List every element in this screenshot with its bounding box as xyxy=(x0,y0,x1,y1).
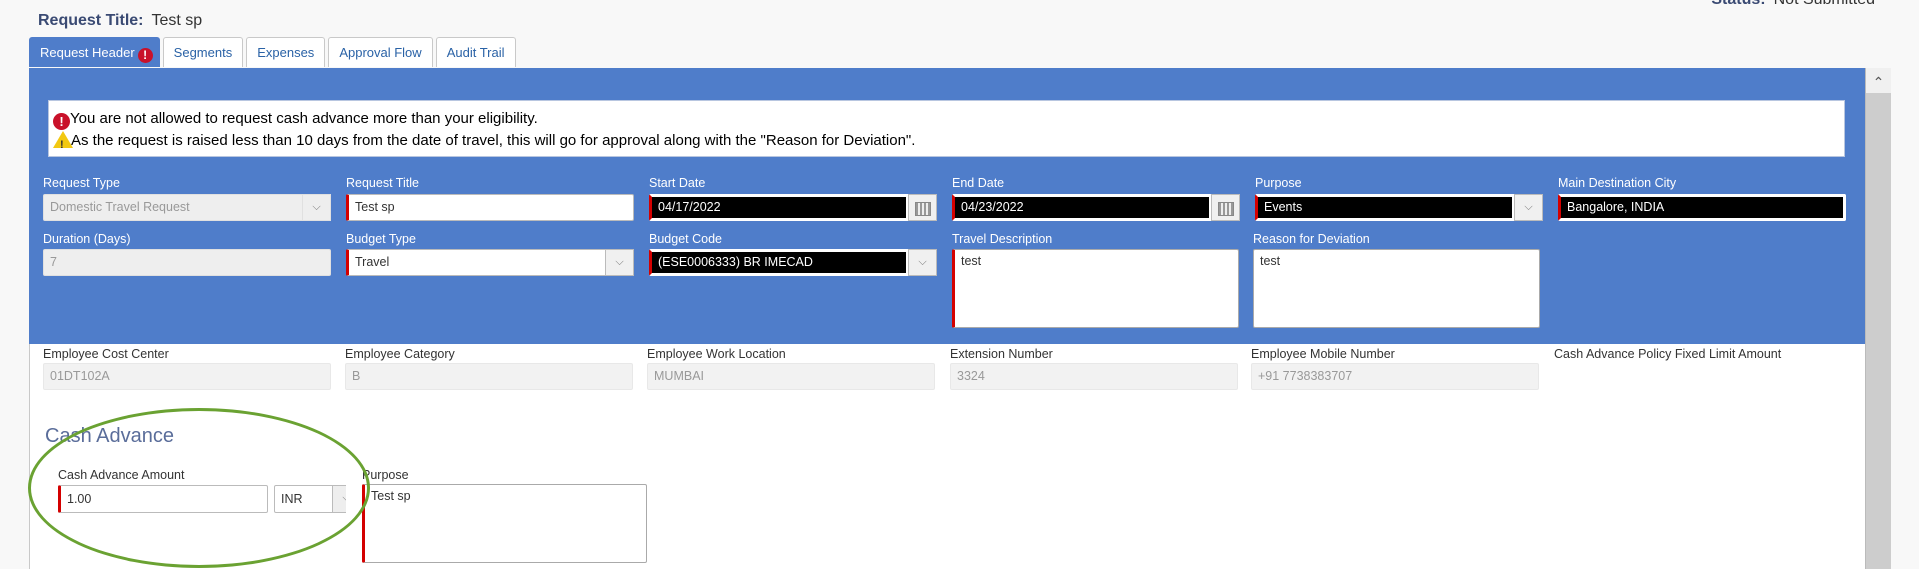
end-date-label: End Date xyxy=(952,176,1005,190)
travel-description-textarea[interactable]: test xyxy=(952,249,1239,328)
request-title-heading: Request Title: Test sp xyxy=(38,12,202,30)
employee-mobile-number-label: Employee Mobile Number xyxy=(1251,347,1395,361)
cash-advance-purpose-textarea[interactable]: Test sp xyxy=(362,484,647,563)
employee-cost-center-label: Employee Cost Center xyxy=(43,347,169,361)
status-label: Status: xyxy=(1711,0,1765,8)
calendar-icon[interactable] xyxy=(1211,194,1240,221)
employee-category-label: Employee Category xyxy=(345,347,455,361)
alert-box: ! You are not allowed to request cash adv… xyxy=(48,100,1845,157)
vertical-scrollbar[interactable]: ⌃ xyxy=(1865,68,1891,569)
purpose-select[interactable]: Events ⌵ xyxy=(1255,194,1543,221)
alert-error: ! You are not allowed to request cash adv… xyxy=(53,108,1844,130)
error-icon: ! xyxy=(53,113,70,130)
status-display: Status: Not Submitted xyxy=(1711,0,1875,9)
request-type-value: Domestic Travel Request xyxy=(43,194,331,221)
tab-label: Request Header xyxy=(40,45,135,60)
budget-code-label: Budget Code xyxy=(649,232,722,246)
calendar-icon[interactable] xyxy=(908,194,937,221)
start-date-field: 04/17/2022 xyxy=(649,194,937,221)
extension-number-input: 3324 xyxy=(950,363,1238,390)
request-title-input[interactable]: Test sp xyxy=(346,194,634,221)
request-title-label: Request Title: xyxy=(38,12,144,29)
employee-mobile-number-input: +91 7738383707 xyxy=(1251,363,1539,390)
tab-request-header[interactable]: Request Header! xyxy=(29,37,160,67)
budget-type-label: Budget Type xyxy=(346,232,416,246)
end-date-field: 04/23/2022 xyxy=(952,194,1240,221)
start-date-label: Start Date xyxy=(649,176,706,190)
scroll-up-icon[interactable]: ⌃ xyxy=(1866,68,1891,93)
request-title-field-label: Request Title xyxy=(346,176,419,190)
purpose-value: Events xyxy=(1255,194,1515,221)
alert-warning-text: As the request is raised less than 10 da… xyxy=(71,132,916,149)
chevron-down-icon[interactable]: ⌵ xyxy=(302,194,331,221)
tab-segments[interactable]: Segments xyxy=(162,37,244,67)
tab-expenses[interactable]: Expenses xyxy=(246,37,326,67)
reason-for-deviation-label: Reason for Deviation xyxy=(1253,232,1370,246)
cash-advance-amount-input[interactable]: 1.00 xyxy=(58,485,268,513)
chevron-down-icon[interactable]: ⌵ xyxy=(332,485,346,513)
chevron-down-icon[interactable]: ⌵ xyxy=(908,249,937,276)
status-value: Not Submitted xyxy=(1774,0,1875,8)
warning-glyph: ! xyxy=(60,139,64,151)
tab-audit-trail[interactable]: Audit Trail xyxy=(435,37,516,67)
chevron-down-icon[interactable]: ⌵ xyxy=(1514,194,1543,221)
employee-work-location-label: Employee Work Location xyxy=(647,347,786,361)
cash-advance-heading: Cash Advance xyxy=(45,425,174,447)
duration-input: 7 xyxy=(43,249,331,276)
budget-code-value: (ESE0006333) BR IMECAD xyxy=(649,249,909,276)
warning-icon: ! xyxy=(53,131,73,151)
budget-code-select[interactable]: (ESE0006333) BR IMECAD ⌵ xyxy=(649,249,937,276)
budget-type-value: Travel xyxy=(346,249,634,276)
error-icon: ! xyxy=(137,48,153,63)
cash-advance-purpose-label: Purpose xyxy=(362,468,409,482)
purpose-label: Purpose xyxy=(1255,176,1302,190)
travel-description-label: Travel Description xyxy=(952,232,1053,246)
extension-number-label: Extension Number xyxy=(950,347,1053,361)
chevron-down-icon[interactable]: ⌵ xyxy=(605,249,634,276)
main-destination-city-input[interactable]: Bangalore, INDIA xyxy=(1558,194,1846,221)
cash-advance-policy-limit-label: Cash Advance Policy Fixed Limit Amount xyxy=(1554,347,1782,361)
budget-type-select[interactable]: Travel ⌵ xyxy=(346,249,634,276)
alert-warning: ! As the request is raised less than 10 d… xyxy=(53,130,1844,152)
employee-cost-center-input: 01DT102A xyxy=(43,363,331,390)
request-type-label: Request Type xyxy=(43,176,120,190)
reason-for-deviation-textarea[interactable]: test xyxy=(1253,249,1540,328)
request-type-select[interactable]: Domestic Travel Request ⌵ xyxy=(43,194,331,221)
start-date-input[interactable]: 04/17/2022 xyxy=(649,194,909,221)
employee-category-input: B xyxy=(345,363,633,390)
main-destination-city-label: Main Destination City xyxy=(1558,176,1677,190)
cash-advance-amount-label: Cash Advance Amount xyxy=(58,468,185,482)
duration-label: Duration (Days) xyxy=(43,232,131,246)
tab-bar: Request Header! Segments Expenses Approv… xyxy=(29,37,516,67)
tab-approval-flow[interactable]: Approval Flow xyxy=(328,37,433,67)
request-title-value: Test sp xyxy=(151,12,203,29)
currency-select[interactable]: INR ⌵ xyxy=(274,485,346,513)
alert-error-text: You are not allowed to request cash adva… xyxy=(70,110,538,127)
employee-work-location-input: MUMBAI xyxy=(647,363,935,390)
end-date-input[interactable]: 04/23/2022 xyxy=(952,194,1212,221)
